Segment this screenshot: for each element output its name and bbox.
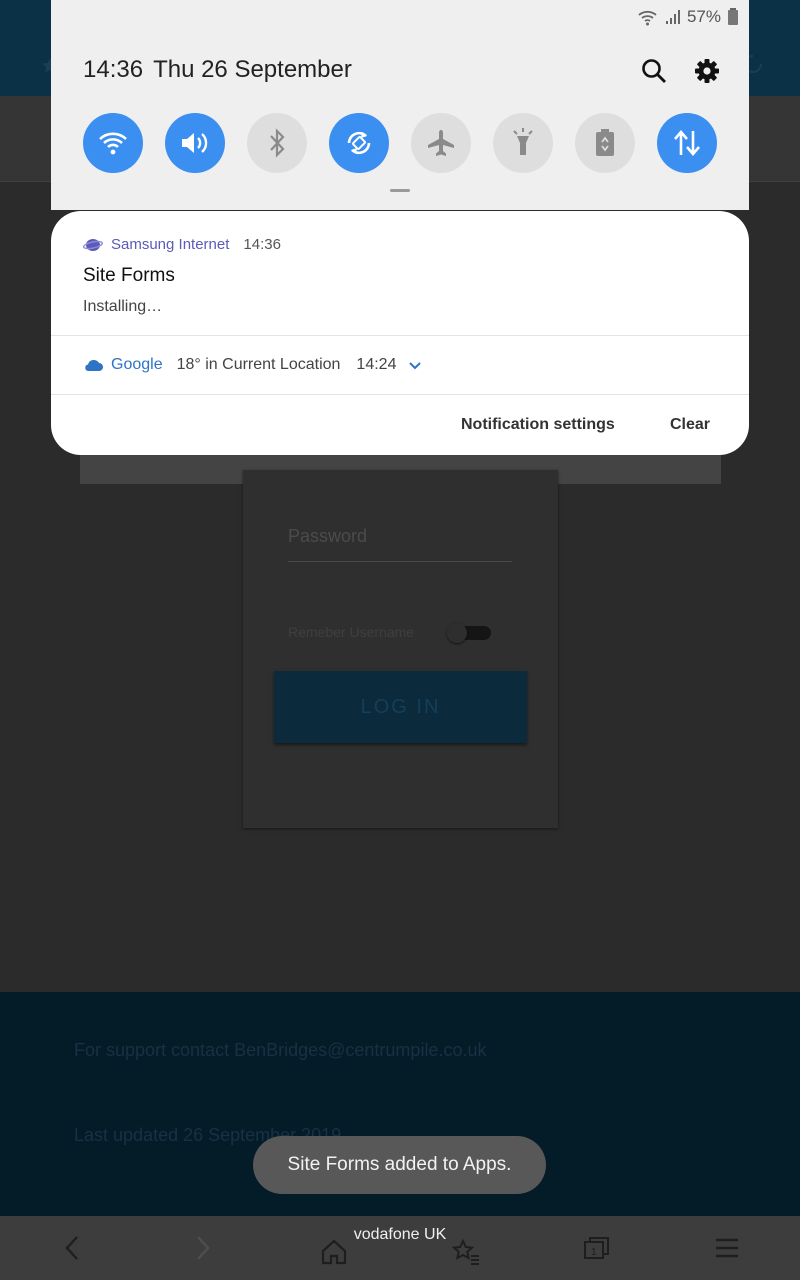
- battery-percent: 57%: [686, 7, 721, 26]
- qs-flashlight[interactable]: [493, 113, 553, 173]
- toggle-knob: [447, 623, 467, 643]
- chevron-down-icon: [409, 362, 422, 370]
- notification-google[interactable]: Google 18° in Current Location 14:24: [51, 336, 749, 395]
- battery-recycle-icon: [596, 129, 614, 156]
- notification-body: Installing…: [83, 298, 163, 315]
- qs-sound[interactable]: [165, 113, 225, 173]
- notification-header: Samsung Internet 14:36: [83, 236, 281, 253]
- status-icons: 57%: [637, 4, 739, 30]
- login-button[interactable]: LOG IN: [274, 671, 527, 743]
- airplane-icon: [428, 130, 454, 156]
- notification-shade: 57% 14:36 Thu 26 September: [51, 0, 749, 210]
- notification-title: Site Forms: [83, 265, 175, 286]
- notification-samsung-internet[interactable]: Samsung Internet 14:36 Site Forms Instal…: [51, 211, 749, 336]
- search-button[interactable]: [639, 56, 669, 86]
- qs-auto-rotate[interactable]: [329, 113, 389, 173]
- cloud-icon: [85, 360, 103, 371]
- remember-username-toggle[interactable]: [447, 623, 491, 643]
- toast-message: Site Forms added to Apps.: [253, 1136, 546, 1194]
- bluetooth-icon: [270, 128, 285, 158]
- notification-settings-button[interactable]: Notification settings: [461, 416, 615, 434]
- svg-text:1: 1: [591, 1247, 597, 1258]
- quick-settings: [83, 113, 717, 173]
- expand-button[interactable]: [408, 360, 422, 370]
- shade-clock: 14:36 Thu 26 September: [83, 56, 352, 84]
- shade-drag-handle[interactable]: [390, 189, 410, 192]
- notification-actions: [51, 395, 749, 455]
- notification-app-name: Samsung Internet: [111, 236, 230, 253]
- qs-mobile-data[interactable]: [657, 113, 717, 173]
- signal-icon: [665, 10, 680, 24]
- google-notification-time: 14:24: [356, 356, 397, 373]
- remember-username-label: Remeber Username: [288, 624, 415, 640]
- search-icon: [642, 59, 666, 83]
- speaker-icon: [182, 133, 208, 153]
- shade-time: 14:36: [83, 56, 144, 83]
- settings-button[interactable]: [692, 56, 722, 86]
- wifi-status-icon: [638, 11, 657, 26]
- notifications-panel: Samsung Internet 14:36 Site Forms Instal…: [51, 211, 749, 455]
- password-field[interactable]: [288, 512, 512, 562]
- google-app-name: Google: [111, 356, 163, 373]
- gear-icon: [695, 59, 719, 83]
- qs-bluetooth[interactable]: [247, 113, 307, 173]
- shade-date: Thu 26 September: [153, 56, 352, 83]
- notification-google-row: Google 18° in Current Location 14:24: [83, 356, 422, 374]
- qs-airplane[interactable]: [411, 113, 471, 173]
- wifi-icon: [99, 132, 127, 155]
- support-contact-text: For support contact BenBridges@centrumpi…: [74, 1040, 487, 1060]
- notification-time: 14:36: [243, 236, 281, 253]
- carrier-label: vodafone UK: [353, 1226, 447, 1243]
- flashlight-icon: [513, 128, 533, 155]
- weather-text: 18° in Current Location: [176, 356, 341, 373]
- clear-button[interactable]: Clear: [670, 416, 710, 434]
- qs-power-saving[interactable]: [575, 113, 635, 173]
- battery-icon: [728, 8, 738, 25]
- samsung-internet-icon: [83, 238, 103, 251]
- rotate-icon: [347, 131, 371, 155]
- qs-wifi[interactable]: [83, 113, 143, 173]
- data-arrows-icon: [674, 130, 700, 156]
